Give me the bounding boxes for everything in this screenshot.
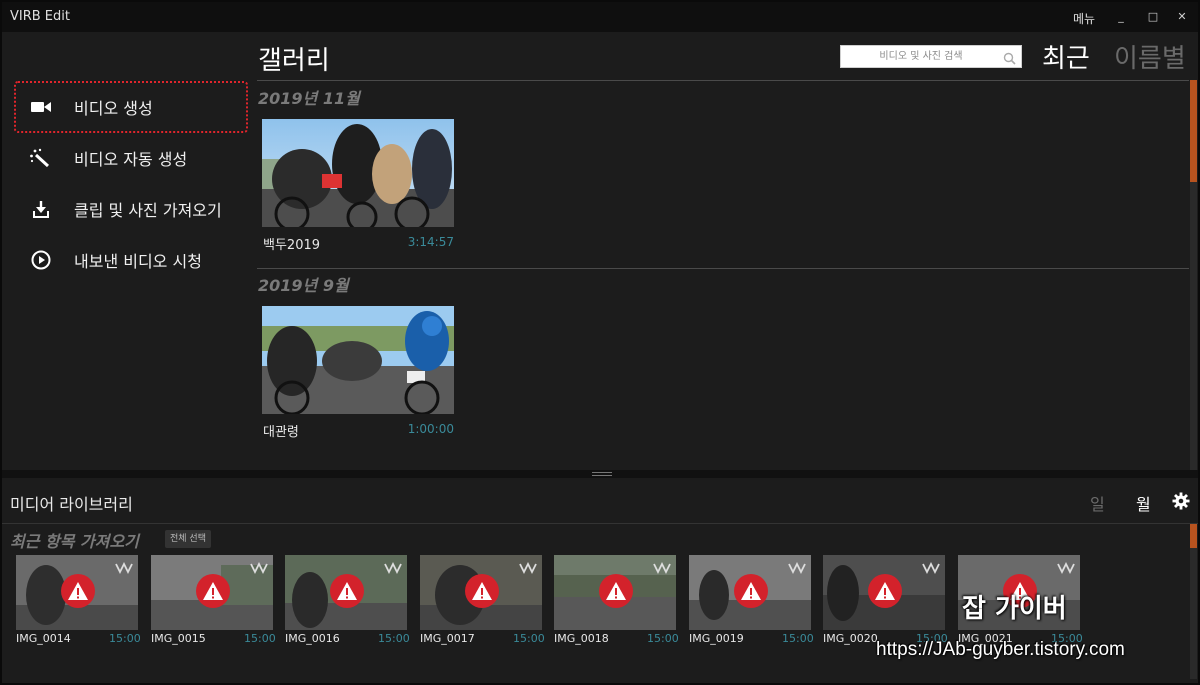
media-thumbnail[interactable] — [689, 555, 811, 630]
gallery-clip-thumbnail[interactable] — [262, 119, 454, 227]
close-button[interactable]: ✕ — [1173, 8, 1191, 26]
media-name: IMG_0015 — [151, 632, 206, 645]
search-icon[interactable] — [1003, 50, 1016, 65]
sidebar-item-label: 비디오 생성 — [74, 99, 153, 118]
virb-logo-icon — [1057, 559, 1077, 575]
sidebar-item-label: 클립 및 사진 가져오기 — [74, 201, 222, 220]
virb-logo-icon — [250, 559, 270, 575]
library-header-divider — [2, 523, 1198, 524]
media-duration: 15:00 — [378, 632, 410, 645]
media-thumbnail[interactable] — [151, 555, 273, 630]
gallery-search[interactable] — [840, 45, 1022, 68]
warning-icon — [61, 574, 95, 608]
virb-logo-icon — [922, 559, 942, 575]
media-duration: 15:00 — [244, 632, 276, 645]
sidebar-item-auto-create-video[interactable]: 비디오 자동 생성 — [16, 134, 246, 182]
warning-icon — [599, 574, 633, 608]
app-title: VIRB Edit — [10, 9, 70, 24]
recent-import-title: 최근 항목 가져오기 — [10, 532, 139, 551]
virb-logo-icon — [384, 559, 404, 575]
media-name: IMG_0018 — [554, 632, 609, 645]
media-thumbnail[interactable] — [823, 555, 945, 630]
virb-logo-icon — [788, 559, 808, 575]
media-name: IMG_0020 — [823, 632, 878, 645]
gallery-clip-thumbnail[interactable] — [262, 306, 454, 414]
select-all-button[interactable]: 전체 선택 — [165, 530, 211, 548]
media-duration: 15:00 — [647, 632, 679, 645]
magic-wand-icon — [28, 147, 54, 169]
gallery-month-label: 2019년 9월 — [258, 276, 349, 295]
play-circle-icon — [28, 249, 54, 271]
view-day-tab[interactable]: 일 — [1090, 491, 1105, 515]
view-month-tab[interactable]: 월 — [1136, 491, 1151, 515]
library-scrollbar[interactable] — [1190, 524, 1197, 679]
search-input[interactable] — [841, 46, 1001, 67]
warning-icon — [196, 574, 230, 608]
sidebar-item-label: 비디오 자동 생성 — [74, 150, 188, 169]
sort-name-tab[interactable]: 이름별 — [1114, 38, 1186, 75]
gallery-clip-name: 대관령 — [263, 425, 299, 440]
sidebar-item-create-video[interactable]: 비디오 생성 — [14, 81, 248, 133]
sort-recent-tab[interactable]: 최근 — [1042, 38, 1090, 75]
virb-logo-icon — [519, 559, 539, 575]
splitter-grip-icon[interactable] — [592, 472, 612, 476]
media-thumbnail[interactable] — [285, 555, 407, 630]
cycling-photo-image — [262, 119, 454, 227]
virb-logo-icon — [115, 559, 135, 575]
watermark-url: https://JAb-guyber.tistory.com — [876, 639, 1125, 660]
media-duration: 15:00 — [109, 632, 141, 645]
gallery-month-label: 2019년 11월 — [258, 89, 360, 108]
maximize-button[interactable]: □ — [1144, 8, 1162, 26]
gallery-clip-duration: 3:14:57 — [407, 235, 454, 249]
virb-logo-icon — [653, 559, 673, 575]
media-name: IMG_0019 — [689, 632, 744, 645]
gallery-group-divider — [257, 268, 1189, 269]
media-library-title: 미디어 라이브러리 — [10, 495, 133, 514]
gallery-clip-name: 백두2019 — [263, 238, 321, 253]
title-bar: VIRB Edit 메뉴 _ □ ✕ — [2, 2, 1198, 32]
virb-edit-window: VIRB Edit 메뉴 _ □ ✕ 비디오 생성 비디오 자동 생성 클립 및… — [0, 0, 1200, 685]
media-duration: 15:00 — [513, 632, 545, 645]
minimize-button[interactable]: _ — [1112, 8, 1130, 26]
sidebar-item-watch-exported[interactable]: 내보낸 비디오 시청 — [16, 236, 246, 284]
warning-icon — [868, 574, 902, 608]
media-name: IMG_0016 — [285, 632, 340, 645]
gallery-scroll-thumb[interactable] — [1190, 80, 1197, 182]
media-thumbnail[interactable] — [16, 555, 138, 630]
sidebar-item-label: 내보낸 비디오 시청 — [74, 252, 202, 271]
media-thumbnail[interactable] — [420, 555, 542, 630]
gear-icon[interactable] — [1172, 492, 1190, 510]
media-duration: 15:00 — [782, 632, 814, 645]
watermark-title: 잡 가이버 — [962, 594, 1067, 624]
media-name: IMG_0017 — [420, 632, 475, 645]
gallery-scrollbar[interactable] — [1190, 80, 1197, 470]
gallery-clip-duration: 1:00:00 — [407, 422, 454, 436]
menu-button[interactable]: 메뉴 — [1073, 10, 1095, 27]
library-scroll-thumb[interactable] — [1190, 524, 1197, 548]
sidebar-item-import-clips[interactable]: 클립 및 사진 가져오기 — [16, 185, 246, 233]
media-name: IMG_0014 — [16, 632, 71, 645]
panel-splitter[interactable] — [2, 470, 1198, 478]
gallery-title: 갤러리 — [258, 46, 330, 76]
warning-icon — [330, 574, 364, 608]
cycling-photo-image — [262, 306, 454, 414]
import-download-icon — [28, 198, 54, 220]
gallery-header-divider — [257, 80, 1189, 81]
media-thumbnail[interactable] — [554, 555, 676, 630]
warning-icon — [734, 574, 768, 608]
warning-icon — [465, 574, 499, 608]
video-camera-icon — [28, 96, 54, 118]
